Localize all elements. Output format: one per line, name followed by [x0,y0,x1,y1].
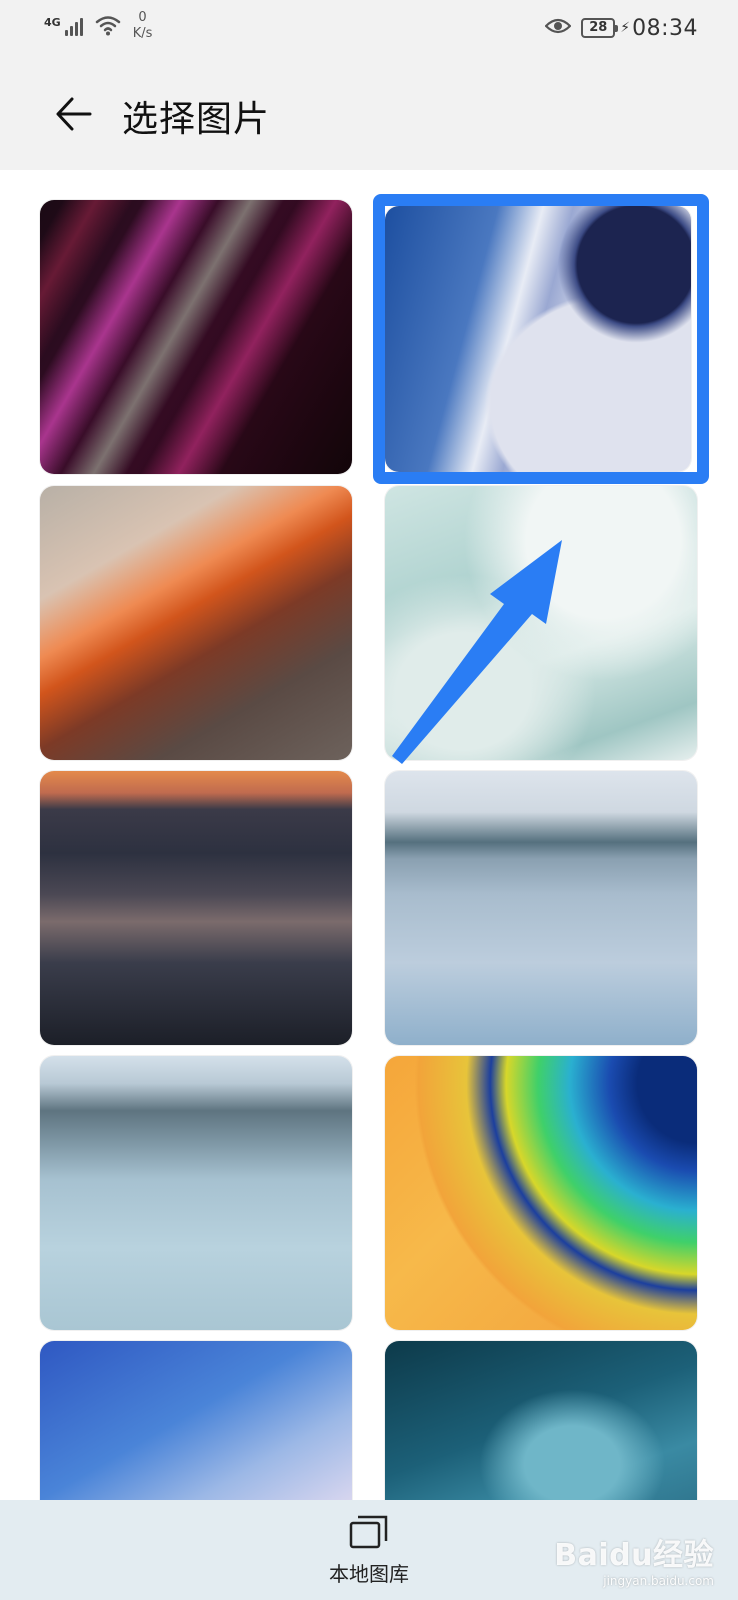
net-speed-unit: K/s [132,26,153,41]
status-right: 28 ⚡ 08:34 [544,14,698,42]
back-button[interactable] [48,88,100,140]
local-gallery-label: 本地图库 [329,1562,409,1586]
wallpaper-tile-5[interactable] [40,771,352,1045]
gallery-stack-icon [349,1515,388,1549]
watermark-logo: Baidu经验 [554,1538,714,1573]
wallpaper-tile-9[interactable] [40,1341,352,1500]
clock: 08:34 [632,15,698,41]
local-gallery-button[interactable]: 本地图库 [319,1508,419,1594]
signal-icon [63,14,85,40]
battery-level: 28 [589,20,608,35]
wallpaper-tile-6[interactable] [385,771,697,1045]
page-title: 选择图片 [122,99,271,140]
network-type: 4G [44,16,61,29]
status-left: 4G 0 K/s [44,10,153,44]
net-speed: 0 K/s [133,10,153,42]
wallpaper-tile-3[interactable] [40,486,352,760]
wallpaper-grid [0,170,738,1500]
wifi-icon [95,14,121,40]
header: 选择图片 [0,56,738,170]
eye-icon [544,17,572,39]
wallpaper-tile-2[interactable] [385,206,691,472]
wallpaper-tile-8[interactable] [385,1056,697,1330]
arrow-left-icon [56,97,92,131]
watermark: Baidu经验 jingyan.baidu.com [554,1530,714,1590]
battery-icon: 28 [581,18,619,38]
wallpaper-tile-4[interactable] [385,486,697,760]
wallpaper-tile-10[interactable] [385,1341,697,1500]
wallpaper-tile-1[interactable] [40,200,352,474]
wallpaper-tile-7[interactable] [40,1056,352,1330]
charging-bolt-icon: ⚡ [620,20,631,36]
watermark-url: jingyan.baidu.com [603,1574,714,1588]
net-speed-value: 0 [138,10,147,25]
status-bar: 4G 0 K/s 28 ⚡ 08:34 [0,0,738,56]
